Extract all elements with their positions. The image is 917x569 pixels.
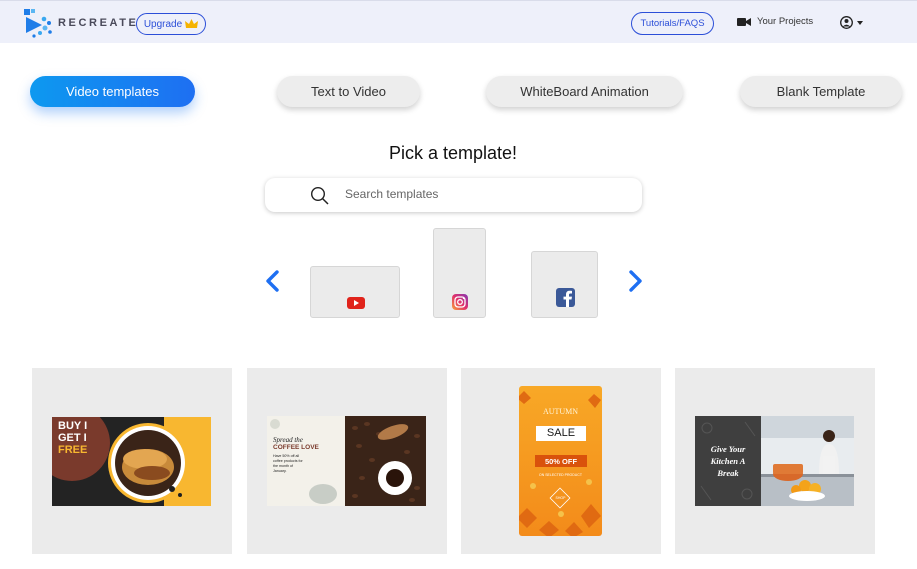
tab-text-to-video[interactable]: Text to Video bbox=[277, 76, 420, 107]
tutorials-label: Tutorials/FAQS bbox=[640, 18, 705, 29]
tutorials-faqs-button[interactable]: Tutorials/FAQS bbox=[631, 12, 714, 35]
template-text-line: January. bbox=[273, 469, 287, 473]
user-avatar-icon bbox=[840, 16, 853, 29]
tab-blank-template[interactable]: Blank Template bbox=[740, 76, 902, 107]
account-menu[interactable] bbox=[840, 16, 863, 29]
template-text-line: SHOP bbox=[555, 496, 566, 500]
instagram-icon bbox=[452, 294, 468, 310]
brand-name: RECREATE bbox=[58, 17, 139, 29]
template-text-line: FREE bbox=[58, 444, 88, 456]
crown-icon bbox=[185, 19, 199, 28]
template-text-line: SALE bbox=[546, 427, 576, 439]
carousel-prev-icon[interactable] bbox=[264, 270, 282, 292]
coffee-promo-text: Spread the COFFEE LOVE Have 50% off all … bbox=[273, 436, 345, 474]
platform-instagram[interactable] bbox=[433, 228, 486, 318]
template-thumbnail: Spread the COFFEE LOVE Have 50% off all … bbox=[267, 416, 426, 506]
template-text-line: Spread the bbox=[273, 436, 303, 444]
template-text-line: Break bbox=[717, 468, 739, 478]
template-thumbnail: BUY I GET I FREE bbox=[52, 417, 211, 506]
top-navbar: RECREATE Upgrade Tutorials/FAQS Your Pro… bbox=[0, 0, 917, 43]
template-thumbnail: Give Your Kitchen A Break bbox=[695, 416, 854, 506]
tab-label: Video templates bbox=[66, 84, 159, 99]
tab-label: Text to Video bbox=[311, 84, 386, 99]
tab-label: Blank Template bbox=[776, 84, 866, 99]
tab-whiteboard-animation[interactable]: WhiteBoard Animation bbox=[486, 76, 683, 107]
burger-promo-text: BUY I GET I FREE bbox=[58, 420, 87, 456]
carousel-next-icon[interactable] bbox=[626, 270, 644, 292]
template-text-line: BUY I bbox=[58, 420, 88, 432]
search-icon[interactable] bbox=[310, 186, 329, 205]
chevron-down-icon bbox=[857, 20, 863, 25]
tab-label: WhiteBoard Animation bbox=[520, 84, 649, 99]
template-text-line: GET I bbox=[58, 432, 87, 444]
kitchen-promo-text: Give Your Kitchen A Break bbox=[695, 443, 761, 479]
recreate-logo[interactable] bbox=[22, 7, 54, 39]
your-projects-label: Your Projects bbox=[757, 16, 814, 27]
page-title: Pick a template! bbox=[388, 143, 518, 163]
search-box bbox=[265, 178, 642, 212]
template-text-line: 50% OFF bbox=[544, 457, 578, 466]
platform-facebook[interactable] bbox=[531, 251, 598, 318]
template-card-autumn-sale[interactable]: AUTUMN SALE 50% OFF ON SELECTED PRODUCT … bbox=[461, 368, 661, 554]
tab-video-templates[interactable]: Video templates bbox=[30, 76, 195, 107]
template-text-line: ON SELECTED PRODUCT bbox=[539, 473, 582, 477]
template-text-line: COFFEE LOVE bbox=[273, 444, 319, 451]
template-text-line: Kitchen A bbox=[710, 456, 746, 466]
template-card-burger[interactable]: BUY I GET I FREE bbox=[32, 368, 232, 554]
template-card-coffee[interactable]: Spread the COFFEE LOVE Have 50% off all … bbox=[247, 368, 447, 554]
platform-youtube[interactable] bbox=[310, 266, 400, 318]
youtube-icon bbox=[347, 297, 365, 309]
template-thumbnail: AUTUMN SALE 50% OFF ON SELECTED PRODUCT … bbox=[519, 386, 602, 536]
template-text-line: AUTUMN bbox=[542, 407, 579, 416]
upgrade-button[interactable]: Upgrade bbox=[136, 13, 206, 35]
template-card-kitchen[interactable]: Give Your Kitchen A Break bbox=[675, 368, 875, 554]
search-input[interactable] bbox=[345, 187, 625, 201]
template-text-line: Give Your bbox=[710, 444, 746, 454]
upgrade-label: Upgrade bbox=[143, 18, 183, 30]
video-camera-icon bbox=[737, 17, 751, 26]
your-projects-link[interactable]: Your Projects bbox=[737, 16, 813, 27]
facebook-icon bbox=[556, 288, 575, 307]
